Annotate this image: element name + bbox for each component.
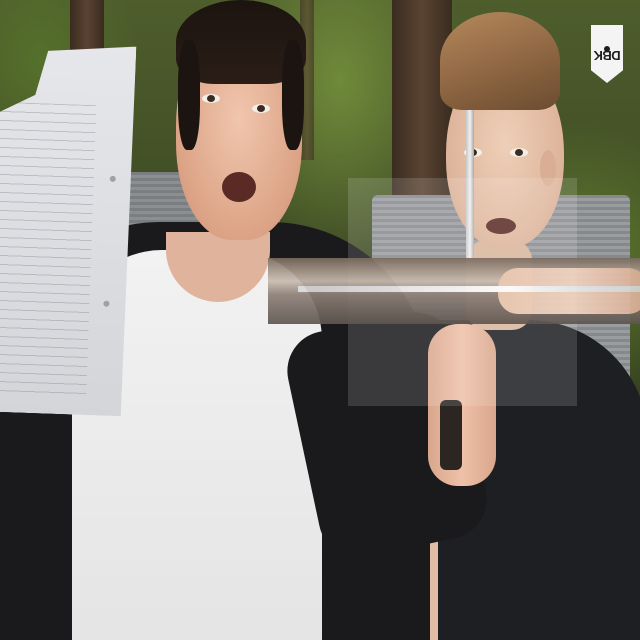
channel-logo-badge: DBK xyxy=(591,25,623,83)
paper-sheet xyxy=(0,42,136,417)
photo-scene: DBK xyxy=(0,0,640,640)
logo-text: DBK xyxy=(593,47,621,63)
paper-text-lines xyxy=(0,102,96,395)
left-person-hair xyxy=(178,40,200,150)
glitched-knife-strip xyxy=(268,258,640,324)
right-person-hair xyxy=(440,12,560,110)
knife-handle xyxy=(440,400,462,470)
left-person-hair xyxy=(282,40,304,150)
